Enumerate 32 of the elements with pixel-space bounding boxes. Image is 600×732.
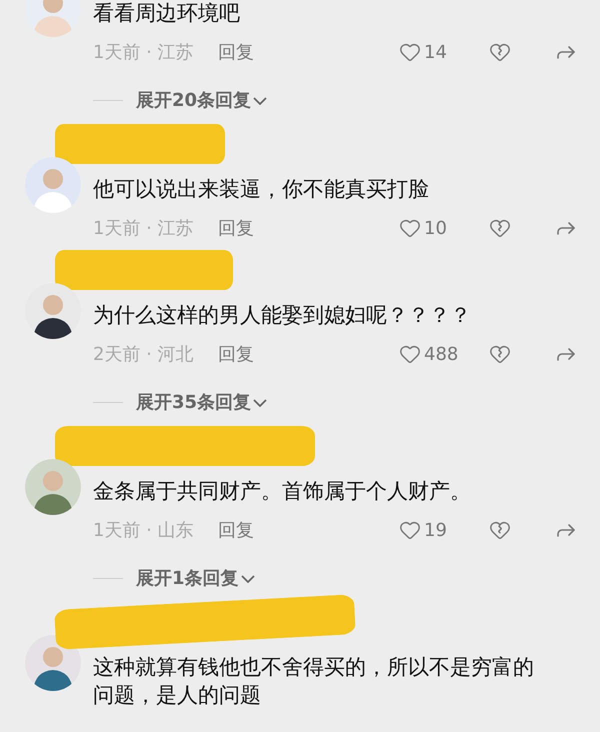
reply-button[interactable]: 回复 [218, 340, 254, 368]
heart-icon [399, 41, 421, 63]
broken-heart-icon[interactable] [489, 41, 511, 63]
broken-heart-icon[interactable] [489, 519, 511, 541]
expand-replies-link[interactable]: 展开35条回复 [136, 389, 268, 416]
comment-text: 他可以说出来装逼，你不能真买打脸 [93, 176, 430, 203]
comment-text: 为什么这样的男人能娶到媳妇呢？？？？ [93, 302, 472, 329]
like-button[interactable]: 10 [399, 214, 471, 242]
comment-meta: 1天前 · 江苏 [93, 40, 195, 64]
heart-icon [399, 217, 421, 239]
chevron-down-icon [253, 96, 268, 104]
like-button[interactable]: 488 [399, 340, 471, 368]
like-button[interactable]: 19 [399, 516, 471, 544]
expand-replies-link[interactable]: 展开20条回复 [136, 87, 268, 114]
comment-text: 金条属于共同财产。首饰属于个人财产。 [93, 478, 472, 505]
comment-text: 这种就算有钱他也不舍得买的，所以不是穷富的问题，是人的问题 [93, 654, 535, 709]
expand-replies-link[interactable]: 展开1条回复 [136, 565, 255, 592]
comment-meta: 1天前 · 山东 [93, 518, 195, 542]
comment-meta: 1天前 · 江苏 [93, 216, 195, 240]
avatar[interactable] [25, 635, 81, 691]
chevron-down-icon [240, 574, 255, 582]
broken-heart-icon[interactable] [489, 217, 511, 239]
comment-text: 看看周边环境吧 [93, 0, 241, 27]
reply-button[interactable]: 回复 [218, 516, 254, 544]
comment-meta: 2天前 · 河北 [93, 342, 195, 366]
heart-icon [399, 519, 421, 541]
chevron-down-icon [253, 398, 268, 406]
broken-heart-icon[interactable] [489, 343, 511, 365]
like-button[interactable]: 14 [399, 38, 471, 66]
reply-button[interactable]: 回复 [218, 214, 254, 242]
reply-button[interactable]: 回复 [218, 38, 254, 66]
heart-icon [399, 343, 421, 365]
